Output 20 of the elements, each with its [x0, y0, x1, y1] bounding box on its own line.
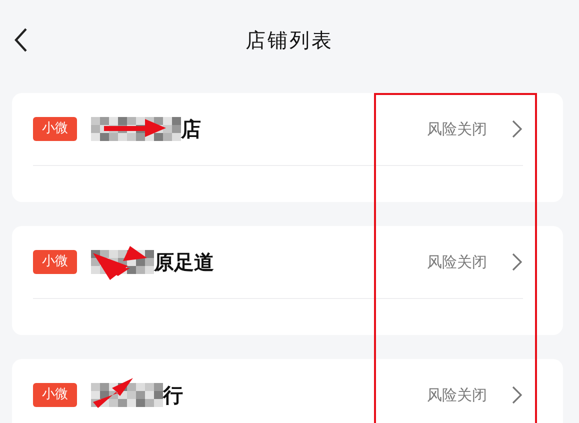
store-card[interactable]: 小微 店 风险关闭 — [12, 93, 563, 202]
chevron-right-icon[interactable] — [511, 385, 523, 405]
annotation-arrow — [93, 246, 147, 280]
store-name: 行 — [163, 382, 183, 408]
annotation-arrow — [93, 378, 133, 408]
store-card[interactable]: 小微 原足道 风险关闭 — [12, 226, 563, 335]
store-name: 店 — [181, 116, 201, 142]
store-name: 原足道 — [154, 248, 214, 276]
page-title: 店铺列表 — [246, 26, 334, 54]
chevron-right-icon[interactable] — [511, 252, 523, 272]
store-tag: 小微 — [33, 250, 77, 274]
store-card[interactable]: 小微 行 风险关闭 — [12, 359, 563, 423]
store-status: 风险关闭 — [427, 120, 487, 138]
annotation-arrow — [104, 119, 166, 137]
store-tag: 小微 — [33, 117, 77, 141]
chevron-right-icon[interactable] — [511, 119, 523, 139]
back-icon[interactable] — [12, 27, 30, 53]
store-status: 风险关闭 — [427, 386, 487, 404]
store-tag: 小微 — [33, 383, 77, 407]
store-status: 风险关闭 — [427, 252, 487, 272]
